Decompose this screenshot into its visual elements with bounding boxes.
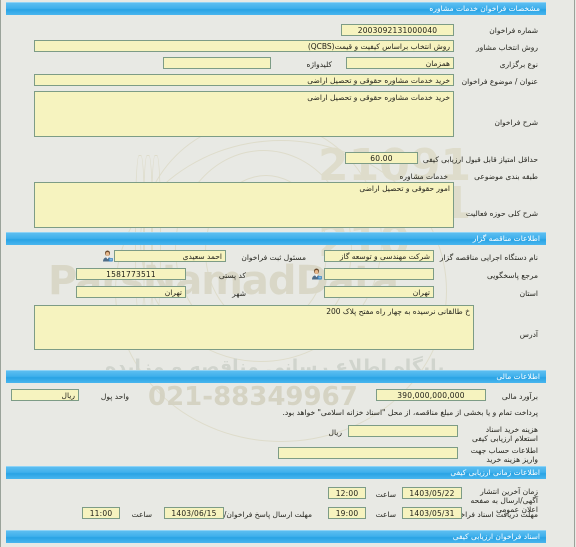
label-city: شهر bbox=[232, 289, 246, 298]
field-receive-time[interactable]: 19:00 bbox=[328, 507, 366, 519]
field-tender-description[interactable]: خرید خدمات مشاوره حقوقی و تحصیل اراضی bbox=[34, 91, 454, 137]
field-publish-time-value: 12:00 bbox=[335, 489, 359, 498]
field-publish-time[interactable]: 12:00 bbox=[328, 487, 366, 499]
page-right-border bbox=[574, 0, 575, 547]
person-icon bbox=[312, 268, 322, 280]
field-city[interactable]: تهران bbox=[76, 286, 186, 298]
field-keyword[interactable] bbox=[163, 57, 271, 69]
field-publish-date-value: 1403/05/22 bbox=[409, 489, 455, 498]
field-min-score-value: 60.00 bbox=[370, 154, 393, 163]
field-receive-time-value: 19:00 bbox=[335, 509, 359, 518]
label-holding-type: نوع برگزاری bbox=[499, 60, 538, 69]
section-header-qualitative-docs: اسناد فراخوان ارزیابی کیفی bbox=[6, 530, 546, 543]
field-currency-unit[interactable]: ریال bbox=[11, 389, 79, 401]
label-tender-title: عنوان / موضوع فراخوان bbox=[461, 77, 538, 86]
field-consultant-method[interactable]: روش انتخاب براساس کیفیت و قیمت(QCBS) bbox=[34, 40, 454, 52]
field-province[interactable]: تهران bbox=[324, 286, 434, 298]
field-holding-type-value: همزمان bbox=[425, 59, 450, 68]
section-header-employer-info: اطلاعات مناقصه گزار bbox=[6, 232, 546, 245]
label-receive-hour: ساعت bbox=[375, 510, 396, 519]
label-classification: طبقه بندی موضوعی bbox=[474, 172, 538, 181]
label-receive-deadline: مهلت دریافت اسناد فراخوان/استعلام bbox=[423, 510, 538, 519]
field-activity-scope-value: امور حقوقی و تحصیل اراضی bbox=[359, 184, 450, 193]
section-header-employer-info-label: اطلاعات مناقصه گزار bbox=[472, 234, 540, 243]
section-header-qualitative-time: اطلاعات زمانی ارزیابی کیفی bbox=[6, 466, 546, 479]
field-tender-number-value: 2003092131000040 bbox=[357, 26, 438, 35]
field-receive-date[interactable]: 1403/05/31 bbox=[402, 507, 462, 519]
field-response-time-value: 11:00 bbox=[89, 509, 113, 518]
field-financial-estimate-value: 390,000,000,000 bbox=[397, 391, 465, 400]
label-address: آدرس bbox=[519, 330, 538, 339]
section-header-tender-spec-label: مشخصات فراخوان خدمات مشاوره bbox=[429, 4, 540, 13]
label-response-deadline: مهلت ارسال پاسخ فراخوان/استعلام bbox=[200, 510, 312, 519]
field-employer-org-value: شرکت مهندسی و توسعه گاز bbox=[339, 252, 430, 261]
label-financial-estimate: برآورد مالی bbox=[501, 392, 538, 401]
section-header-financial-info: اطلاعات مالی bbox=[6, 370, 546, 383]
label-employer-org: نام دستگاه اجرایی مناقصه گزار bbox=[439, 253, 538, 262]
label-deposit-account: اطلاعات حساب جهت واریز هزینه خرید bbox=[470, 446, 538, 464]
label-activity-scope: شرح کلی حوزه فعالیت bbox=[465, 209, 538, 218]
field-tender-number[interactable]: 2003092131000040 bbox=[341, 24, 454, 36]
field-postal-code-value: 1581773511 bbox=[106, 270, 156, 279]
field-registrar-value: احمد سعیدی bbox=[182, 252, 222, 261]
label-registrar: مسئول ثبت فراخوان bbox=[241, 253, 306, 262]
label-publish-hour: ساعت bbox=[375, 490, 396, 499]
section-header-tender-spec: مشخصات فراخوان خدمات مشاوره bbox=[6, 2, 546, 15]
field-doc-purchase-cost[interactable] bbox=[348, 425, 458, 437]
label-response-hour: ساعت bbox=[131, 510, 152, 519]
field-classification-value: خدمات مشاوره bbox=[399, 172, 449, 181]
field-contact-authority[interactable] bbox=[324, 268, 434, 280]
field-publish-date[interactable]: 1403/05/22 bbox=[402, 487, 462, 499]
label-province: استان bbox=[519, 289, 538, 298]
label-tender-number: شماره فراخوان bbox=[489, 26, 538, 35]
field-receive-date-value: 1403/05/31 bbox=[409, 509, 455, 518]
field-consultant-method-value: روش انتخاب براساس کیفیت و قیمت(QCBS) bbox=[307, 42, 450, 51]
field-tender-title[interactable]: خرید خدمات مشاوره حقوقی و تحصیل اراضی bbox=[34, 74, 454, 86]
field-registrar[interactable]: احمد سعیدی bbox=[114, 250, 226, 262]
field-financial-estimate[interactable]: 390,000,000,000 bbox=[376, 389, 486, 401]
section-header-qualitative-docs-label: اسناد فراخوان ارزیابی کیفی bbox=[452, 532, 540, 541]
label-currency-unit: واحد پول bbox=[100, 392, 129, 401]
field-tender-description-value: خرید خدمات مشاوره حقوقی و تحصیل اراضی bbox=[307, 93, 450, 102]
section-header-financial-info-label: اطلاعات مالی bbox=[496, 372, 540, 381]
payment-note: پرداخت تمام و یا بخشی از مبلغ مناقصه، از… bbox=[282, 408, 538, 417]
label-min-score: حداقل امتیاز قابل قبول ارزیابی کیفی bbox=[422, 155, 538, 164]
field-holding-type[interactable]: همزمان bbox=[346, 57, 454, 69]
field-province-value: تهران bbox=[412, 288, 430, 297]
label-tender-description: شرح فراخوان bbox=[494, 118, 538, 127]
field-address[interactable]: خ طالقانی نرسیده به چهار راه مفتح پلاک 2… bbox=[34, 305, 474, 350]
label-doc-cost-currency: ریال bbox=[328, 428, 342, 437]
field-response-time[interactable]: 11:00 bbox=[82, 507, 120, 519]
person-icon bbox=[103, 250, 113, 262]
label-postal-code: کد پستی bbox=[218, 271, 246, 280]
section-header-qualitative-time-label: اطلاعات زمانی ارزیابی کیفی bbox=[450, 468, 540, 477]
field-min-score[interactable]: 60.00 bbox=[345, 152, 418, 164]
label-contact-authority: مرجع پاسخگویی bbox=[486, 271, 538, 280]
field-postal-code[interactable]: 1581773511 bbox=[76, 268, 186, 280]
label-consultant-method: روش انتخاب مشاور bbox=[475, 43, 538, 52]
field-activity-scope[interactable]: امور حقوقی و تحصیل اراضی bbox=[34, 182, 454, 228]
page-left-border bbox=[0, 0, 1, 547]
field-address-value: خ طالقانی نرسیده به چهار راه مفتح پلاک 2… bbox=[326, 307, 470, 316]
field-deposit-account[interactable] bbox=[278, 447, 458, 459]
field-city-value: تهران bbox=[164, 288, 182, 297]
label-keyword: کلیدواژه bbox=[306, 60, 332, 69]
tender-detail-page: مشخصات فراخوان خدمات مشاوره شماره فراخوا… bbox=[0, 0, 576, 547]
field-currency-unit-value: ریال bbox=[61, 391, 75, 400]
label-doc-purchase-cost: هزینه خرید اسناد استعلام ارزیابی کیفی bbox=[471, 425, 538, 443]
field-employer-org[interactable]: شرکت مهندسی و توسعه گاز bbox=[324, 250, 434, 262]
field-response-date[interactable]: 1403/06/15 bbox=[164, 507, 224, 519]
field-tender-title-value: خرید خدمات مشاوره حقوقی و تحصیل اراضی bbox=[307, 76, 450, 85]
field-response-date-value: 1403/06/15 bbox=[171, 509, 217, 518]
